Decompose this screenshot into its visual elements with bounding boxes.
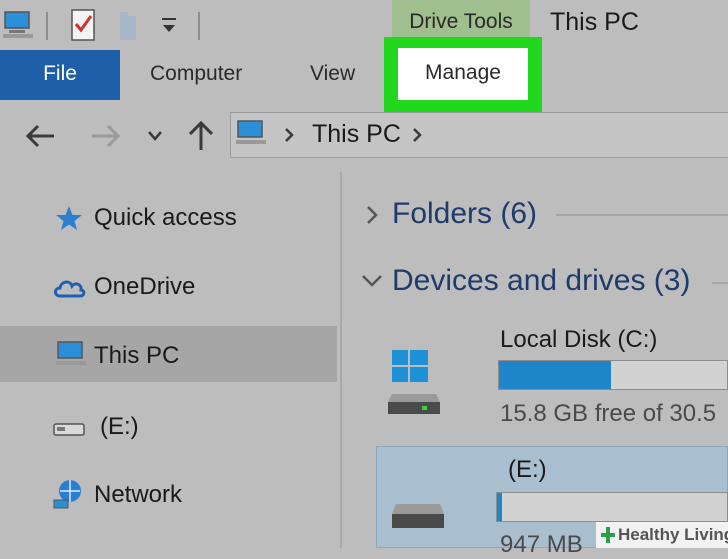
- windows-drive-icon[interactable]: [384, 346, 444, 423]
- drive-free-space-c: 15.8 GB free of 30.5: [500, 400, 717, 427]
- up-arrow-icon[interactable]: [186, 120, 216, 157]
- drive-name-e: (E:): [508, 456, 547, 483]
- watermark: Healthy Living: [596, 522, 728, 548]
- drive-tools-label: Drive Tools: [409, 10, 513, 33]
- network-icon: [52, 478, 86, 515]
- breadcrumb-expand-icon[interactable]: [410, 126, 424, 149]
- star-icon: [54, 204, 84, 237]
- drive-usage-bar-e: [496, 492, 728, 522]
- tab-computer[interactable]: Computer: [150, 62, 242, 86]
- file-tab-label: File: [43, 62, 77, 85]
- sidebar-item-e-drive[interactable]: (E:): [100, 413, 139, 441]
- group-divider: [556, 214, 728, 216]
- sidebar-item-this-pc[interactable]: This PC: [94, 342, 179, 370]
- removable-drive-icon: [388, 500, 448, 553]
- sidebar-item-onedrive[interactable]: OneDrive: [94, 273, 195, 301]
- chevron-down-icon[interactable]: [360, 272, 384, 293]
- drive-usage-bar-c: [498, 360, 728, 390]
- new-folder-icon[interactable]: [118, 10, 140, 47]
- computer-icon[interactable]: [2, 10, 36, 45]
- sidebar-item-quick-access[interactable]: Quick access: [94, 204, 237, 232]
- tab-manage[interactable]: Manage: [398, 48, 528, 100]
- toolbar-separator: [198, 12, 200, 40]
- group-divider: [712, 282, 728, 284]
- forward-arrow-icon[interactable]: [90, 122, 122, 155]
- tab-manage-label: Manage: [425, 61, 501, 84]
- breadcrumb-separator-icon[interactable]: [282, 126, 296, 149]
- watermark-text: Healthy Living: [618, 525, 728, 544]
- usb-drive-icon: [52, 420, 86, 443]
- chevron-right-icon[interactable]: [364, 204, 380, 231]
- address-computer-icon: [234, 118, 268, 153]
- drive-free-space-e: 947 MB: [500, 531, 583, 558]
- drive-usage-fill-e: [497, 493, 502, 521]
- computer-icon: [54, 340, 88, 373]
- group-title-folders[interactable]: Folders (6): [392, 197, 537, 231]
- sidebar-item-network[interactable]: Network: [94, 481, 182, 509]
- drive-usage-fill-c: [499, 361, 611, 389]
- address-bar[interactable]: [230, 112, 728, 158]
- recent-locations-chevron-icon[interactable]: [146, 128, 164, 149]
- cloud-icon: [52, 276, 86, 303]
- tab-view[interactable]: View: [310, 62, 355, 86]
- plus-leaf-icon: [601, 527, 615, 543]
- file-tab[interactable]: File: [0, 50, 120, 100]
- group-title-devices[interactable]: Devices and drives (3): [392, 264, 690, 298]
- toolbar-separator: [46, 12, 48, 40]
- drive-name-c: Local Disk (C:): [500, 326, 658, 353]
- back-arrow-icon[interactable]: [24, 122, 56, 155]
- properties-icon[interactable]: [70, 8, 98, 47]
- breadcrumb-this-pc[interactable]: This PC: [312, 120, 401, 149]
- customize-toolbar-icon[interactable]: [160, 16, 178, 41]
- window-title: This PC: [550, 8, 639, 36]
